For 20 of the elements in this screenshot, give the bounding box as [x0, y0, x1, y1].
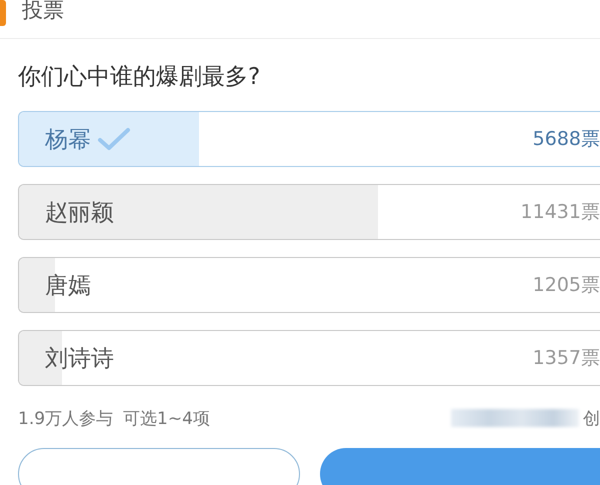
- option-name: 刘诗诗: [45, 344, 114, 374]
- vote-count: 5688票: [532, 127, 600, 152]
- option-name: 唐嫣: [45, 272, 91, 300]
- option-name: 杨幂: [45, 126, 91, 154]
- poll-question: 你们心中谁的爆剧最多?: [18, 63, 262, 92]
- vote-count: 1205票: [532, 273, 600, 298]
- choice-rule: 可选1~4项: [123, 408, 210, 430]
- section-title: 投票: [22, 0, 64, 22]
- poll-option[interactable]: 杨幂 5688票: [18, 111, 600, 167]
- poll-option[interactable]: 赵丽颖 11431票: [18, 184, 600, 240]
- check-icon: [97, 127, 131, 151]
- poll-option[interactable]: 刘诗诗 1357票: [18, 330, 600, 386]
- vote-count: 11431票: [520, 200, 600, 225]
- option-name: 赵丽颖: [45, 198, 114, 228]
- share-button[interactable]: [18, 448, 300, 485]
- creator-label: 创: [583, 408, 600, 430]
- vote-count: 1357票: [532, 346, 600, 371]
- participant-count: 1.9万人参与: [18, 408, 114, 430]
- poll-option[interactable]: 唐嫣 1205票: [18, 257, 600, 313]
- header-accent-bar: [0, 0, 6, 26]
